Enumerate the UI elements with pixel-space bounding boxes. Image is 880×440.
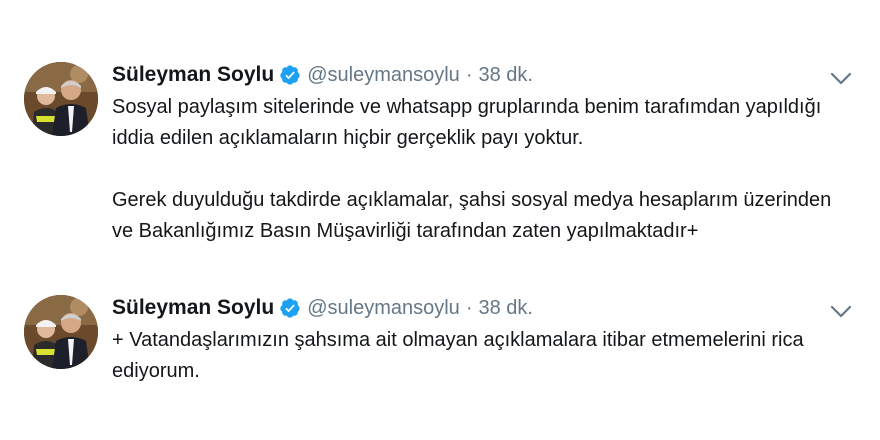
author-handle[interactable]: @suleymansoylu [307,64,460,87]
chevron-down-icon[interactable] [830,305,852,319]
separator-dot: · [465,63,473,86]
author-name[interactable]: Süleyman Soylu [112,296,274,320]
tweet-timestamp[interactable]: 38 dk. [478,64,532,87]
tweet-text: Sosyal paylaşım sitelerinde ve whatsapp … [112,92,852,246]
verified-badge-icon [279,297,301,319]
tweet-text: + Vatandaşlarımızın şahsıma ait olmayan … [112,325,852,386]
avatar-photo [24,295,98,369]
tweet-header: Süleyman Soylu @suleymansoylu · 38 dk. [112,60,533,90]
chevron-down-icon[interactable] [830,72,852,86]
avatar[interactable] [24,62,98,136]
tweet-text-line: + Vatandaşlarımızın şahsıma ait olmayan … [112,329,804,351]
paragraph-break [112,153,852,185]
avatar[interactable] [24,295,98,369]
tweet-feed: Süleyman Soylu @suleymansoylu · 38 dk. S… [0,0,880,440]
avatar-photo [24,62,98,136]
separator-dot: · [465,296,473,319]
author-handle[interactable]: @suleymansoylu [307,297,460,320]
tweet-text-line: Sosyal paylaşım sitelerinde ve whatsapp … [112,96,822,118]
tweet-timestamp[interactable]: 38 dk. [478,297,532,320]
author-name[interactable]: Süleyman Soylu [112,63,274,87]
tweet-text-line: ediyorum. [112,359,200,382]
tweet-text-line: Gerek duyulduğu takdirde açıklamalar, şa… [112,189,832,211]
tweet-text-line: iddia edilen açıklamaların hiçbir gerçek… [112,126,584,149]
verified-badge-icon [279,64,301,86]
tweet-text-line: ve Bakanlığımız Basın Müşavirliği tarafı… [112,219,699,242]
tweet-header: Süleyman Soylu @suleymansoylu · 38 dk. [112,293,533,323]
